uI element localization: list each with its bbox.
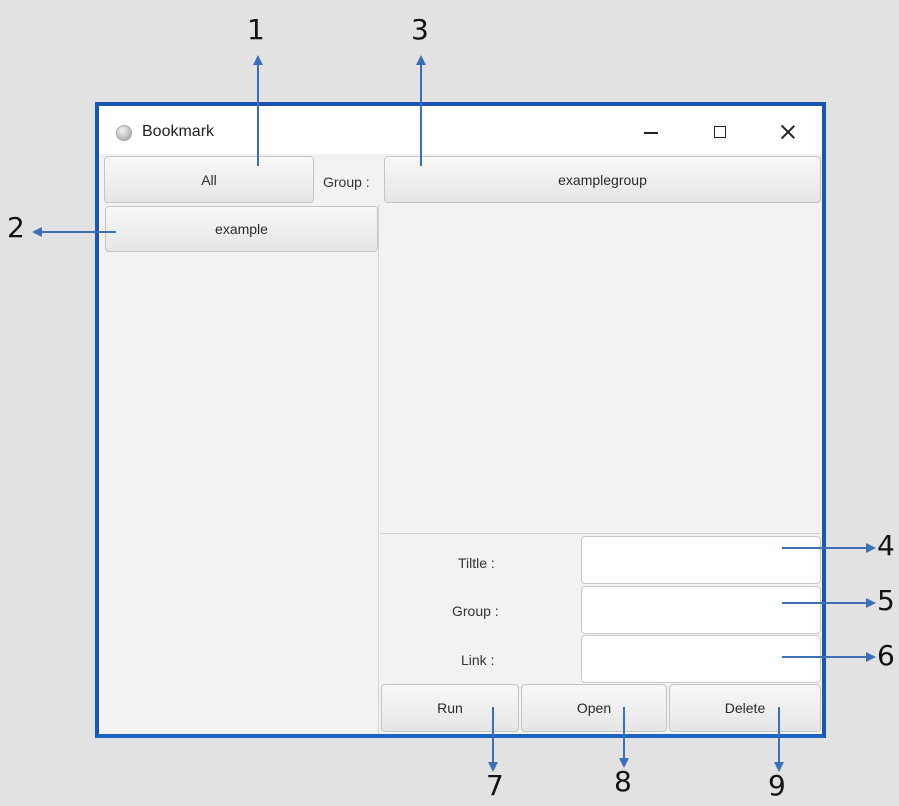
title-field[interactable]: [581, 536, 821, 584]
group-list-item[interactable]: example: [105, 206, 378, 252]
group-label: Group :: [323, 174, 370, 190]
all-button[interactable]: All: [104, 156, 314, 203]
group-field[interactable]: [581, 586, 821, 634]
annotation-7: 7: [486, 769, 504, 802]
minimize-icon[interactable]: [632, 116, 670, 148]
link-field[interactable]: [581, 635, 821, 683]
open-button[interactable]: Open: [521, 684, 667, 732]
maximize-icon[interactable]: [702, 116, 740, 148]
app-icon: [116, 125, 132, 141]
window-title: Bookmark: [142, 123, 215, 140]
close-icon[interactable]: [768, 116, 806, 148]
delete-button[interactable]: Delete: [669, 684, 821, 732]
bookmark-window: Bookmark All Group : examplegroup exampl…: [95, 102, 826, 738]
group-filter-button[interactable]: examplegroup: [384, 156, 821, 203]
annotation-8: 8: [614, 765, 632, 798]
annotation-2: 2: [7, 211, 25, 244]
run-button[interactable]: Run: [381, 684, 519, 732]
group-list-panel: example: [99, 204, 379, 734]
annotation-6: 6: [877, 639, 895, 672]
annotation-1: 1: [247, 13, 265, 46]
annotation-3: 3: [411, 13, 429, 46]
title-bar[interactable]: Bookmark: [99, 106, 822, 154]
bookmark-list[interactable]: [381, 204, 821, 534]
title-field-label: Tiltle :: [458, 555, 495, 571]
annotation-4: 4: [877, 529, 895, 562]
link-field-label: Link :: [461, 652, 495, 668]
annotation-5: 5: [877, 584, 895, 617]
group-field-label: Group :: [452, 603, 499, 619]
annotation-9: 9: [768, 769, 786, 802]
